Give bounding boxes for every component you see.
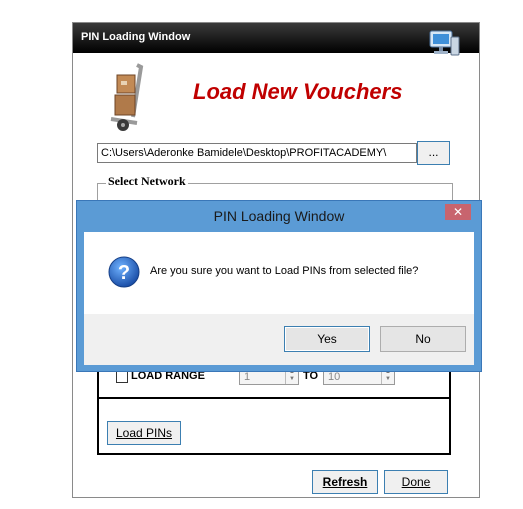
yes-button[interactable]: Yes bbox=[284, 326, 370, 352]
close-icon[interactable]: ✕ bbox=[445, 204, 471, 220]
file-path-input[interactable] bbox=[97, 143, 417, 163]
divider bbox=[99, 397, 449, 399]
main-titlebar[interactable]: PIN Loading Window bbox=[73, 23, 479, 53]
load-range-checkbox[interactable] bbox=[116, 371, 128, 383]
done-button[interactable]: Done bbox=[384, 470, 448, 494]
done-label: Done bbox=[401, 475, 431, 489]
main-window-title: PIN Loading Window bbox=[81, 31, 191, 43]
dialog-title: PIN Loading Window bbox=[213, 208, 345, 224]
question-icon: ? bbox=[108, 256, 140, 288]
page-heading: Load New Vouchers bbox=[193, 79, 403, 104]
range-start-value: 1 bbox=[244, 371, 251, 383]
hand-truck-boxes-icon bbox=[110, 63, 144, 131]
load-pins-button[interactable]: Load PINs bbox=[107, 421, 181, 445]
refresh-button[interactable]: Refresh bbox=[312, 470, 378, 494]
range-end-value: 10 bbox=[328, 371, 341, 383]
computer-icon bbox=[429, 30, 460, 56]
refresh-label: Refresh bbox=[322, 475, 368, 489]
load-pins-label: Load PINs bbox=[115, 426, 173, 440]
confirm-dialog: PIN Loading Window ✕ ? Are you sure you … bbox=[76, 200, 482, 372]
select-network-label: Select Network bbox=[106, 174, 188, 189]
svg-text:?: ? bbox=[118, 262, 130, 284]
dialog-message: Are you sure you want to Load PINs from … bbox=[150, 265, 419, 277]
no-button[interactable]: No bbox=[380, 326, 466, 352]
browse-button[interactable]: ... bbox=[417, 141, 450, 165]
dialog-footer: Yes No bbox=[84, 314, 474, 365]
dialog-body: ? Are you sure you want to Load PINs fro… bbox=[84, 232, 474, 365]
